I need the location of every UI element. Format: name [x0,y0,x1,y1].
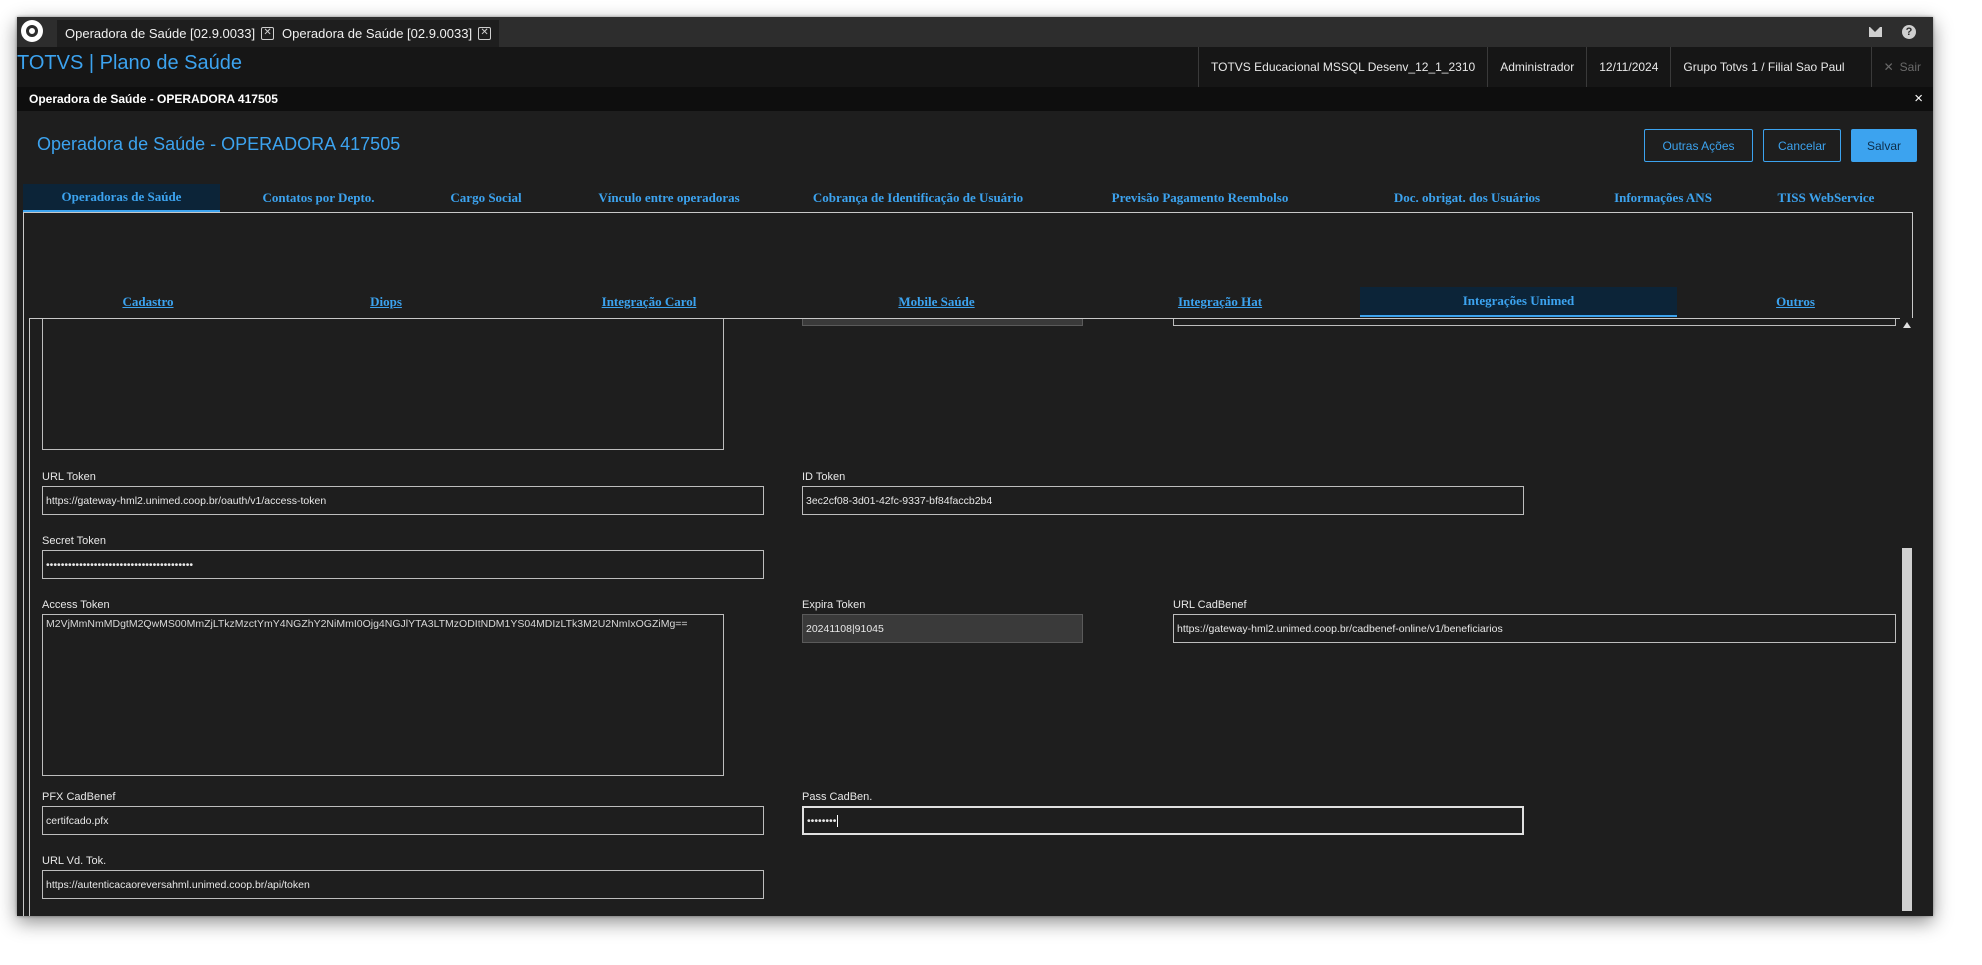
app-window: Operadora de Saúde [02.9.0033] ✕ Operado… [17,17,1933,916]
secret-token-input[interactable]: •••••••••••••••••••••••••••••••••••••••• [42,550,764,579]
cancel-button[interactable]: Cancelar [1763,129,1841,162]
url-cadbenef-input[interactable]: https://gateway-hml2.unimed.coop.br/cadb… [1173,614,1896,643]
access-token-textarea[interactable]: M2VjMmNmMDgtM2QwMS00MmZjLTkzMzctYmY4NGZh… [42,614,724,776]
integracoes-unimed-panel: URL Token https://gateway-hml2.unimed.co… [29,318,1914,916]
url-token-input[interactable]: https://gateway-hml2.unimed.coop.br/oaut… [42,486,764,515]
status-bar: TOTVS Educacional MSSQL Desenv_12_1_2310… [1198,47,1933,87]
expira-token-input: 20241108|91045 [802,614,1083,643]
url-vd-tok-label: URL Vd. Tok. [42,855,107,867]
subtab-integracao-carol[interactable]: Integração Carol [505,287,793,317]
dialog-title: Operadora de Saúde - OPERADORA 417505 [29,92,278,106]
pass-cadben-label: Pass CadBen. [802,791,873,803]
date-info[interactable]: 12/11/2024 [1586,47,1670,87]
pfx-cadbenef-label: PFX CadBenef [42,791,116,803]
url-token-label: URL Token [42,471,96,483]
hidden-top-field[interactable] [1173,319,1896,326]
secret-token-label: Secret Token [42,535,107,547]
browser-tab-label: Operadora de Saúde [02.9.0033] [282,26,473,41]
app-header: TOTVS | Plano de Saúde TOTVS Educacional… [17,47,1933,87]
tab-strip: Operadora de Saúde [02.9.0033] ✕ Operado… [17,17,1933,47]
tab-vinculo-entre-operadoras[interactable]: Vínculo entre operadoras [555,184,783,212]
hidden-top-field[interactable] [802,319,1083,326]
exit-icon: ✕ [1883,60,1894,74]
scrollbar-thumb[interactable] [1902,548,1912,911]
subtab-outros[interactable]: Outros [1677,287,1914,317]
browser-tab-2[interactable]: Operadora de Saúde [02.9.0033] ✕ [274,20,499,47]
subtab-mobile-saude[interactable]: Mobile Saúde [793,287,1080,317]
branch-info[interactable]: Grupo Totvs 1 / Filial Sao Paul [1670,47,1856,87]
tab-operadoras-de-saude[interactable]: Operadoras de Saúde [23,184,220,212]
access-token-label: Access Token [42,599,110,611]
expira-token-label: Expira Token [802,599,866,611]
more-actions-button[interactable]: Outras Ações [1644,129,1753,162]
tab-cargo-social[interactable]: Cargo Social [417,184,555,212]
text-caret [837,814,839,827]
environment-info[interactable]: TOTVS Educacional MSSQL Desenv_12_1_2310 [1198,47,1487,87]
hidden-top-textarea[interactable] [42,319,724,450]
subtab-integracoes-unimed[interactable]: Integrações Unimed [1360,287,1677,317]
tab-doc-obrigat-usuarios[interactable]: Doc. obrigat. dos Usuários [1347,184,1587,212]
totvs-logo-icon [21,20,43,42]
subtab-cadastro[interactable]: Cadastro [29,287,267,317]
help-icon[interactable]: ? [1898,21,1920,43]
browser-tab-1[interactable]: Operadora de Saúde [02.9.0033] ✕ [57,20,277,47]
subtab-diops[interactable]: Diops [267,287,505,317]
panel-scrollbar[interactable] [1900,318,1914,916]
pfx-cadbenef-input[interactable]: certifcado.pfx [42,806,764,835]
id-token-input[interactable]: 3ec2cf08-3d01-42fc-9337-bf84faccb2b4 [802,486,1524,515]
tab-informacoes-ans[interactable]: Informações ANS [1587,184,1739,212]
tab-cobranca-identificacao[interactable]: Cobrança de Identificação de Usuário [783,184,1053,212]
pass-cadben-value: •••••••• [807,814,837,827]
close-tab-icon[interactable]: ✕ [478,27,492,40]
pass-cadben-input[interactable]: •••••••• [802,806,1524,835]
scroll-up-icon[interactable] [1903,322,1911,328]
subtab-integracao-hat[interactable]: Integração Hat [1080,287,1360,317]
exit-label: Sair [1899,60,1921,74]
dialog-close-icon[interactable]: × [1914,90,1923,107]
dialog-title-bar: Operadora de Saúde - OPERADORA 417505 × [17,87,1933,111]
url-vd-tok-input[interactable]: https://autenticacaoreversahml.unimed.co… [42,870,764,899]
id-token-label: ID Token [802,471,846,483]
mail-icon[interactable] [1864,21,1886,43]
exit-button[interactable]: ✕ Sair [1870,47,1933,87]
main-tabs: Operadoras de Saúde Contatos por Depto. … [23,184,1913,212]
close-tab-icon[interactable]: ✕ [261,27,275,40]
user-info[interactable]: Administrador [1487,47,1586,87]
tab-previsao-pagamento-reembolso[interactable]: Previsão Pagamento Reembolso [1053,184,1347,212]
tab-contatos-por-depto[interactable]: Contatos por Depto. [220,184,417,212]
brand-title: TOTVS | Plano de Saúde [17,52,242,74]
page-title: Operadora de Saúde - OPERADORA 417505 [37,134,401,154]
browser-tab-label: Operadora de Saúde [02.9.0033] [65,26,256,41]
tab-tiss-webservice[interactable]: TISS WebService [1739,184,1913,212]
url-cadbenef-label: URL CadBenef [1173,599,1247,611]
save-button[interactable]: Salvar [1851,129,1917,162]
